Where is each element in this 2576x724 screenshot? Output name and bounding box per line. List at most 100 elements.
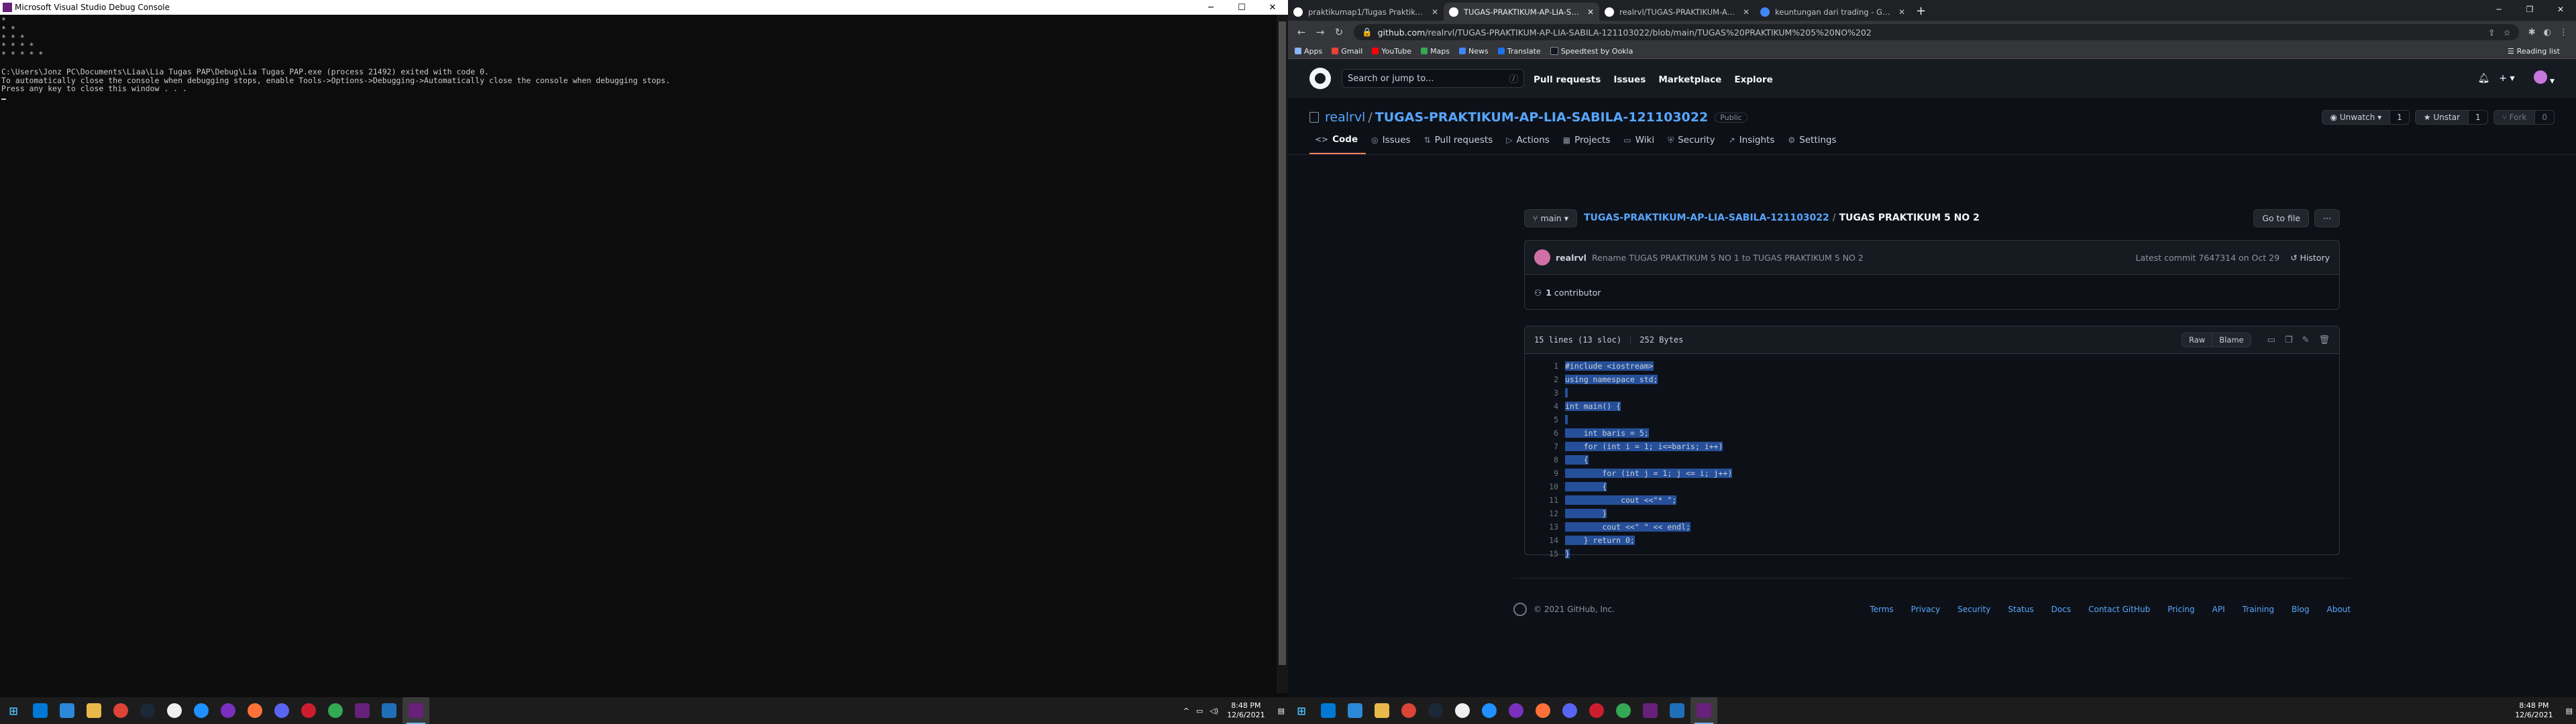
close-icon[interactable]: ✕ (1587, 7, 1594, 17)
plus-icon[interactable]: + ▾ (2499, 73, 2514, 84)
line-number[interactable]: 10 (1525, 482, 1565, 491)
back-icon[interactable]: ← (1292, 26, 1311, 38)
taskbar-app-explorer[interactable] (80, 697, 107, 724)
github-logo-icon[interactable] (1309, 68, 1331, 89)
taskbar-app-chrome[interactable] (1395, 697, 1422, 724)
taskbar-app-firefox[interactable] (1529, 697, 1556, 724)
close-icon[interactable]: ✕ (1743, 7, 1750, 17)
close-icon[interactable]: ✕ (1432, 7, 1438, 17)
extensions-icon[interactable]: ✱ (2528, 27, 2536, 38)
nav-explore[interactable]: Explore (1734, 74, 1772, 85)
taskbar-app-visual-studio[interactable] (349, 697, 376, 724)
taskbar-app-devcpp[interactable] (376, 697, 402, 724)
forward-icon[interactable]: → (1311, 26, 1330, 38)
bookmark-gmail[interactable]: Gmail (1332, 47, 1362, 56)
more-options-button[interactable]: ··· (2314, 208, 2340, 227)
footer-link[interactable]: Security (1957, 605, 1990, 614)
footer-link[interactable]: Privacy (1911, 605, 1940, 614)
blame-button[interactable]: Blame (2212, 333, 2251, 347)
taskbar-app-steam[interactable] (134, 697, 161, 724)
taskbar-app-firefox[interactable] (241, 697, 268, 724)
footer-link[interactable]: About (2327, 605, 2351, 614)
github-logo-icon[interactable] (1513, 603, 1527, 616)
line-number[interactable]: 14 (1525, 536, 1565, 545)
footer-link[interactable]: API (2212, 605, 2225, 614)
contributors[interactable]: ⚇ 1 contributor (1525, 275, 2339, 310)
line-number[interactable]: 8 (1525, 455, 1565, 465)
line-number[interactable]: 11 (1525, 495, 1565, 505)
bookmark-speedtest[interactable]: Speedtest by Ookla (1550, 47, 1633, 56)
taskbar-app-opera[interactable] (1583, 697, 1610, 724)
taskbar-app-steam[interactable] (1422, 697, 1449, 724)
tab-code[interactable]: <> Code (1309, 129, 1366, 154)
browser-tab[interactable]: keuntungan dari trading - Google ✕ (1755, 3, 1911, 21)
line-number[interactable]: 12 (1525, 509, 1565, 518)
line-number[interactable]: 3 (1525, 388, 1565, 398)
repo-owner[interactable]: realrvl (1325, 110, 1365, 125)
raw-button[interactable]: Raw (2182, 333, 2213, 347)
bookmark-news[interactable]: News (1459, 47, 1489, 56)
taskbar-app-console[interactable] (402, 697, 429, 724)
avatar[interactable] (1534, 249, 1550, 265)
bookmark-maps[interactable]: Maps (1421, 47, 1450, 56)
bookmark-youtube[interactable]: YouTube (1372, 47, 1411, 56)
notification-icon[interactable]: ▤ (2566, 707, 2573, 715)
commit-message[interactable]: Rename TUGAS PRAKTIKUM 5 NO 1 to TUGAS P… (1592, 253, 1864, 263)
taskbar-app-chrome[interactable] (107, 697, 134, 724)
footer-link[interactable]: Status (2008, 605, 2033, 614)
close-button[interactable]: ✕ (1257, 0, 1288, 15)
volume-icon[interactable]: ◁) (1210, 707, 1218, 715)
footer-link[interactable]: Training (2243, 605, 2274, 614)
taskbar-app-github[interactable] (1449, 697, 1476, 724)
chevron-up-icon[interactable]: ^ (1183, 707, 1189, 715)
close-icon[interactable]: ✕ (1898, 7, 1905, 17)
taskbar-app-browser[interactable] (1476, 697, 1503, 724)
tab-security[interactable]: ⛨ Security (1662, 129, 1723, 154)
console-output[interactable]: * * * * * * * * * * * * * * * C:\Users\Jonz P… (0, 15, 1288, 688)
taskbar-app-calendar[interactable] (1342, 697, 1368, 724)
nav-marketplace[interactable]: Marketplace (1658, 74, 1721, 85)
search-input[interactable]: Search or jump to... / (1342, 69, 1524, 88)
clock[interactable]: 8:48 PM 12/6/2021 (1227, 701, 1265, 720)
line-number[interactable]: 2 (1525, 375, 1565, 384)
taskbar-app-media[interactable] (215, 697, 241, 724)
unstar-button[interactable]: ★ Unstar 1 (2414, 110, 2488, 125)
reload-icon[interactable]: ↻ (1330, 26, 1348, 38)
star-icon[interactable]: ☆ (2504, 27, 2511, 38)
tab-settings[interactable]: ⚙ Settings (1782, 129, 1844, 154)
pencil-icon[interactable]: ✎ (2302, 335, 2310, 345)
unwatch-button[interactable]: ◉ Unwatch ▾ 1 (2321, 110, 2410, 125)
taskbar-app-opera[interactable] (295, 697, 322, 724)
bell-icon[interactable]: 🔔︎ (2478, 73, 2490, 84)
code-view[interactable]: 1 #include <iostream> 2 using namespace std… (1525, 354, 2339, 566)
minimize-button[interactable]: ─ (1195, 0, 1226, 15)
address-bar[interactable]: 🔒 github.com/realrvl/TUGAS-PRAKTIKUM-AP-… (1354, 24, 2519, 40)
profile-icon[interactable]: ◐ (2544, 27, 2551, 38)
taskbar-app-store[interactable] (27, 697, 54, 724)
repo-name[interactable]: TUGAS-PRAKTIKUM-AP-LIA-SABILA-121103022 (1375, 110, 1708, 125)
footer-link[interactable]: Pricing (2167, 605, 2194, 614)
taskbar-app-discord[interactable] (1556, 697, 1583, 724)
tab-actions[interactable]: ▷ Actions (1501, 129, 1558, 154)
menu-icon[interactable]: ⋮ (2559, 27, 2568, 38)
tab-projects[interactable]: ▦ Projects (1558, 129, 1619, 154)
start-button[interactable]: ⊞ (0, 697, 27, 724)
taskbar-app-github[interactable] (161, 697, 188, 724)
network-icon[interactable]: ▭ (1196, 707, 1203, 715)
reading-list[interactable]: ☰ Reading list (2508, 47, 2560, 56)
tab-issues[interactable]: ◎ Issues (1366, 129, 1418, 154)
taskbar-app-chrome2[interactable] (1610, 697, 1637, 724)
tab-pull-requests[interactable]: ⇅ Pull requests (1419, 129, 1501, 154)
tab-insights[interactable]: ↗ Insights (1723, 129, 1783, 154)
share-icon[interactable]: ⇪ (2488, 27, 2495, 38)
taskbar-app-devcpp[interactable] (1664, 697, 1690, 724)
taskbar-app-explorer[interactable] (1368, 697, 1395, 724)
line-number[interactable]: 9 (1525, 469, 1565, 478)
line-number[interactable]: 6 (1525, 428, 1565, 438)
taskbar-app-visual-studio[interactable] (1637, 697, 1664, 724)
taskbar-app-media[interactable] (1503, 697, 1529, 724)
line-number[interactable]: 5 (1525, 415, 1565, 424)
tab-wiki[interactable]: ▭ Wiki (1618, 129, 1662, 154)
commit-sha[interactable]: 7647314 (2198, 253, 2236, 263)
scrollbar-thumb[interactable] (1279, 21, 1286, 665)
